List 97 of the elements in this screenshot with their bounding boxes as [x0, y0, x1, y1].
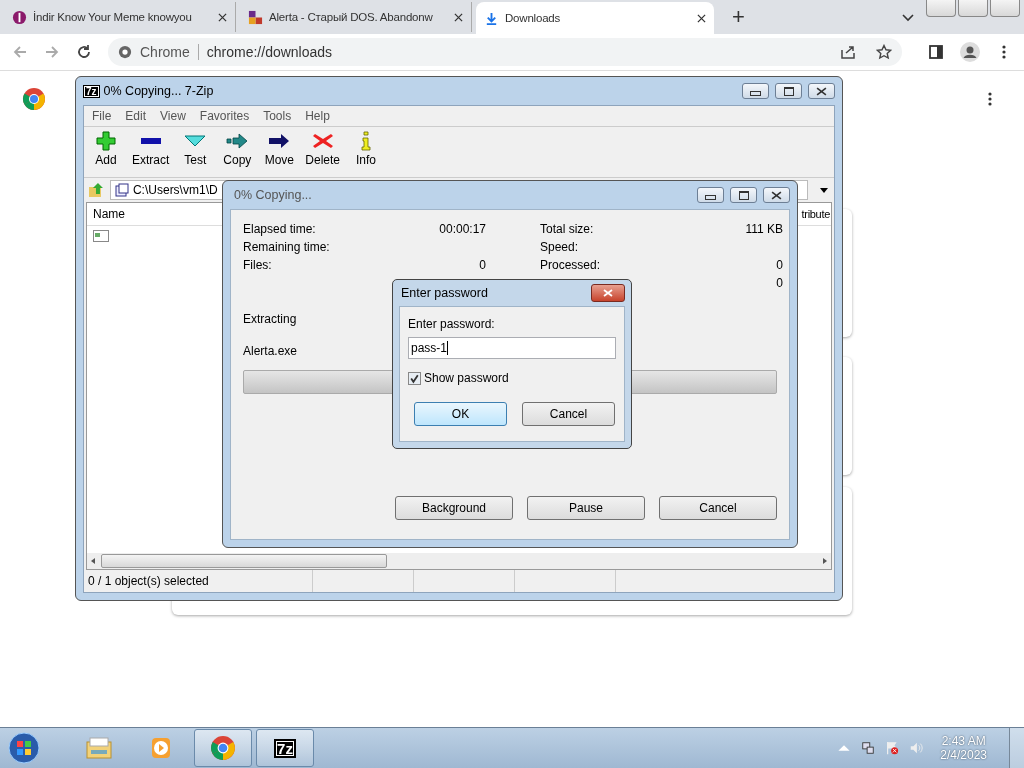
share-icon[interactable]: [840, 44, 856, 60]
copy-icon: [225, 131, 250, 151]
stat-value: 00:00:17: [439, 222, 486, 236]
operation-label: Extracting: [243, 312, 297, 326]
dialog-button[interactable]: Cancel: [522, 402, 615, 426]
maximize-button[interactable]: [775, 83, 802, 99]
minimize-button[interactable]: [697, 187, 724, 203]
address-bar[interactable]: Chrome chrome://downloads: [108, 38, 902, 66]
close-button[interactable]: [591, 284, 625, 302]
toolbar-button[interactable]: Info: [350, 131, 383, 175]
chrome-logo-icon: [22, 87, 46, 111]
menu-item[interactable]: Favorites: [199, 109, 250, 123]
dialog-button[interactable]: OK: [414, 402, 507, 426]
dialog-title: 0% Copying...: [234, 188, 312, 202]
menu-item[interactable]: View: [160, 109, 186, 123]
folder-up-icon[interactable]: [88, 182, 104, 198]
maximize-button[interactable]: [730, 187, 757, 203]
side-panel-icon[interactable]: [928, 44, 944, 60]
stat-value: 0: [776, 276, 783, 290]
column-header[interactable]: tribute: [801, 208, 831, 220]
menu-item[interactable]: Edit: [125, 109, 147, 123]
minimize-icon: [750, 90, 761, 96]
checkbox[interactable]: [408, 371, 421, 385]
flag-icon[interactable]: [885, 741, 900, 755]
stat-label: Speed:: [540, 240, 579, 254]
toolbar-button[interactable]: Delete: [305, 131, 341, 175]
minimize-button[interactable]: [742, 83, 769, 99]
close-icon: [771, 190, 782, 200]
status-text: 0 / 1 object(s) selected: [84, 570, 313, 592]
start-button[interactable]: [8, 732, 40, 764]
file-name: Alerta.exe: [243, 344, 298, 358]
dialog-button[interactable]: Cancel: [659, 496, 777, 520]
toolbar-button[interactable]: Test: [179, 131, 212, 175]
checkbox-label[interactable]: Show password: [424, 371, 509, 385]
site-favicon-icon: [248, 9, 263, 25]
archive-icon: [114, 183, 129, 197]
minimize-icon: [705, 194, 716, 200]
taskbar-button[interactable]: 7z: [256, 729, 314, 767]
chrome-logo-icon: [118, 45, 132, 59]
close-icon: [816, 86, 827, 96]
add-icon: [94, 131, 118, 151]
scroll-right-icon[interactable]: [823, 558, 827, 564]
reload-icon[interactable]: [76, 44, 92, 60]
maximize-icon: [738, 190, 749, 200]
stat-label: Total size:: [540, 222, 594, 236]
stat-value: 0: [479, 258, 486, 272]
browser-tab[interactable]: Alerta - Старый DOS. Abandonw: [240, 2, 472, 32]
meme-favicon-icon: [12, 9, 27, 25]
chevron-down-icon[interactable]: [902, 14, 914, 22]
site-label: Chrome: [140, 44, 190, 60]
close-button[interactable]: [763, 187, 790, 203]
dialog-button[interactable]: Background: [395, 496, 513, 520]
url-text: chrome://downloads: [206, 44, 334, 60]
window-controls-drawing[interactable]: [926, 0, 1020, 17]
close-icon[interactable]: [697, 13, 706, 23]
download-icon: [484, 10, 499, 26]
field-label: Enter password:: [408, 317, 496, 331]
maximize-icon: [783, 86, 794, 96]
menu-item[interactable]: File: [92, 109, 112, 123]
close-button[interactable]: [808, 83, 835, 99]
more-options-icon[interactable]: [988, 91, 992, 107]
file-icon: [93, 230, 109, 242]
column-header[interactable]: Name: [87, 207, 125, 221]
close-icon: [603, 289, 613, 297]
new-tab-button[interactable]: +: [732, 4, 745, 30]
show-desktop-button[interactable]: [1009, 728, 1024, 768]
dialog-button[interactable]: Pause: [527, 496, 645, 520]
taskbar-button[interactable]: [194, 729, 252, 767]
app-icon: 7z: [83, 84, 100, 98]
stat-value: 0: [776, 258, 783, 272]
dropdown-arrow-icon[interactable]: [820, 187, 828, 193]
browser-tab[interactable]: İndir Know Your Meme knowyou: [4, 2, 236, 32]
toolbar-button[interactable]: Copy: [221, 131, 254, 175]
stat-value: 111 KB: [745, 222, 783, 236]
close-icon[interactable]: [218, 12, 227, 22]
dialog-title: Enter password: [401, 286, 488, 300]
stat-label: Elapsed time:: [243, 222, 316, 236]
close-icon[interactable]: [454, 12, 463, 22]
stat-label: Processed:: [540, 258, 601, 272]
stat-label: Remaining time:: [243, 240, 330, 254]
menu-item[interactable]: Tools: [263, 109, 292, 123]
network-icon[interactable]: [861, 741, 876, 755]
profile-avatar-icon[interactable]: [960, 42, 980, 62]
scroll-left-icon[interactable]: [91, 558, 95, 564]
menu-item[interactable]: Help: [305, 109, 330, 123]
star-icon[interactable]: [876, 44, 892, 60]
browser-tab[interactable]: Downloads: [476, 2, 714, 34]
chrome-logo-icon: [209, 735, 237, 761]
toolbar-button[interactable]: Move: [263, 131, 296, 175]
toolbar-button[interactable]: Add: [90, 131, 122, 175]
stat-label: Files:: [243, 258, 272, 272]
password-field[interactable]: pass-1: [408, 337, 616, 359]
window-title: 0% Copying... 7-Zip: [103, 84, 214, 98]
folder-icon: [85, 735, 113, 761]
horizontal-scrollbar[interactable]: [87, 553, 831, 569]
toolbar-button[interactable]: Extract: [132, 131, 170, 175]
app-icon: 7z: [274, 738, 296, 758]
